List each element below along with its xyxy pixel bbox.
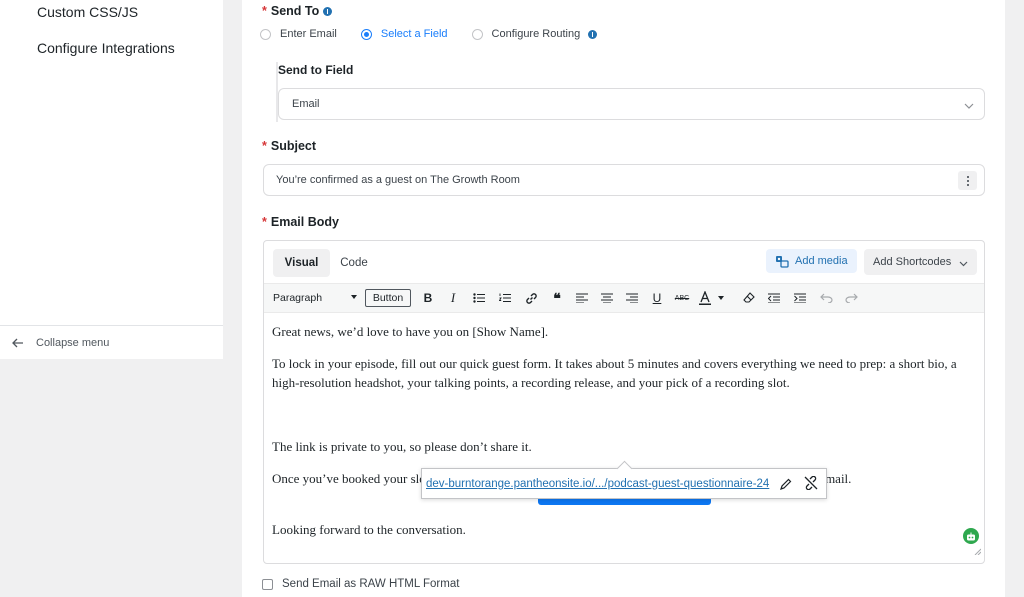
radio-label: Enter Email [280, 28, 337, 40]
add-shortcodes-label: Add Shortcodes [873, 256, 952, 268]
select-value: Email [292, 98, 320, 110]
arrow-left-icon [12, 338, 26, 348]
body-paragraph: Looking forward to the conversation. [272, 522, 466, 537]
subject-value: You’re confirmed as a guest on The Growt… [276, 174, 520, 186]
bold-icon[interactable]: B [419, 289, 437, 307]
tab-code[interactable]: Code [334, 249, 374, 277]
numbered-list-icon[interactable] [496, 289, 514, 307]
admin-sidebar: Custom CSS/JS Configure Integrations Col… [0, 0, 223, 597]
radio-label: Configure Routing [491, 28, 581, 40]
chevron-down-icon [964, 100, 974, 112]
align-left-icon[interactable] [573, 289, 591, 307]
raw-html-label: Send Email as RAW HTML Format [282, 578, 460, 590]
radio-select-a-field[interactable]: Select a Field [360, 28, 448, 40]
italic-icon[interactable]: I [444, 289, 462, 307]
email-body-editor: Visual Code Add media Add Shortcodes Par… [263, 240, 985, 564]
required-marker: * [262, 215, 267, 229]
send-to-field-select[interactable]: Email [278, 88, 985, 120]
body-paragraph: Great news, we’d love to have you on [Sh… [272, 324, 549, 339]
collapse-menu-button[interactable]: Collapse menu [0, 325, 223, 359]
link-toolbar-popover: dev-burntorange.pantheonsite.io/.../podc… [421, 468, 827, 499]
sidebar-item-custom-css-js[interactable]: Custom CSS/JS [37, 4, 138, 20]
info-icon[interactable] [323, 6, 333, 16]
indent-increase-icon[interactable] [791, 289, 809, 307]
chevron-down-icon [959, 258, 968, 270]
raw-html-option[interactable]: Send Email as RAW HTML Format [262, 578, 459, 590]
body-paragraph: The link is private to you, so please do… [272, 439, 532, 454]
send-to-field-label: Send to Field [278, 63, 354, 77]
caret-down-icon [351, 295, 357, 299]
email-body-label: * Email Body [262, 215, 339, 229]
editor-tabs-bar: Visual Code Add media Add Shortcodes [264, 241, 984, 283]
sidebar-menu: Custom CSS/JS Configure Integrations [0, 0, 223, 325]
send-to-label-text: Send To [270, 4, 320, 18]
edit-link-icon[interactable] [780, 477, 792, 495]
add-media-label: Add media [795, 255, 848, 267]
strikethrough-icon[interactable]: ABC [673, 289, 691, 307]
required-marker: * [262, 4, 267, 18]
subject-label-text: Subject [270, 139, 317, 153]
collapse-menu-label: Collapse menu [36, 336, 110, 349]
radio-label: Select a Field [380, 28, 448, 40]
insert-button-tool[interactable]: Button [365, 289, 411, 307]
format-select[interactable]: Paragraph [268, 288, 362, 308]
body-paragraph: To lock in your episode, fill out our qu… [272, 356, 957, 390]
align-center-icon[interactable] [598, 289, 616, 307]
media-icon [775, 255, 789, 268]
radio-enter-email[interactable]: Enter Email [260, 28, 337, 40]
tab-visual[interactable]: Visual [273, 249, 330, 277]
resize-handle-icon[interactable] [974, 542, 982, 560]
add-media-button[interactable]: Add media [766, 249, 857, 273]
editor-toolbar: Paragraph Button B I ❝ U ABC [264, 283, 984, 313]
bullet-list-icon[interactable] [470, 289, 488, 307]
link-url[interactable]: dev-burntorange.pantheonsite.io/.../podc… [426, 478, 769, 490]
blockquote-icon[interactable]: ❝ [548, 289, 566, 307]
add-shortcodes-dropdown[interactable]: Add Shortcodes [864, 249, 977, 275]
raw-html-checkbox[interactable] [262, 578, 273, 590]
more-options-icon[interactable] [958, 171, 977, 190]
subject-input[interactable]: You’re confirmed as a guest on The Growt… [263, 164, 985, 196]
radio-button[interactable] [260, 28, 271, 40]
radio-button-checked[interactable] [360, 28, 372, 40]
indent-decrease-icon[interactable] [765, 289, 783, 307]
align-right-icon[interactable] [623, 289, 641, 307]
unlink-icon[interactable] [804, 475, 818, 495]
clear-formatting-icon[interactable] [740, 289, 758, 307]
undo-icon[interactable] [817, 289, 835, 307]
text-color-icon[interactable] [698, 289, 726, 307]
email-body-label-text: Email Body [270, 215, 339, 229]
send-to-radio-group: Enter Email Select a Field Configure Rou… [260, 28, 598, 40]
subject-label: * Subject [262, 139, 316, 153]
assistant-bot-icon[interactable] [963, 528, 979, 544]
radio-configure-routing[interactable]: Configure Routing [471, 28, 581, 40]
email-notification-form: * Send To Enter Email Select a Field Con… [242, 0, 1005, 597]
radio-button[interactable] [471, 28, 483, 40]
redo-icon[interactable] [842, 289, 860, 307]
underline-icon[interactable]: U [648, 289, 666, 307]
info-icon[interactable] [588, 29, 598, 39]
required-marker: * [262, 139, 267, 153]
link-icon[interactable] [522, 289, 540, 307]
format-select-value: Paragraph [273, 292, 323, 304]
sidebar-item-configure-integrations[interactable]: Configure Integrations [37, 40, 175, 56]
send-to-label: * Send To [262, 4, 333, 18]
